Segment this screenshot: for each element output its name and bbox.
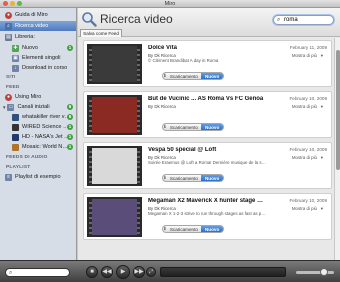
new-tag: Nuovo: [200, 124, 223, 130]
playlist-icon: ≡: [5, 173, 12, 181]
sidebar-feed-item[interactable]: Mosaic: World News Fr... 1: [0, 142, 76, 152]
playback-timeline[interactable]: [160, 267, 286, 277]
feed-count-badge: 1: [67, 124, 73, 130]
volume-knob[interactable]: [320, 268, 328, 276]
search-input[interactable]: [284, 16, 330, 24]
feed-count-badge: 6: [67, 104, 73, 110]
rss-icon: ●: [5, 93, 12, 101]
results-list: Dolce Vita By Dk Ricerca © Clément Brand…: [78, 38, 340, 260]
video-title[interactable]: Megaman X2 Maverick X hunter stage 1 spe…: [148, 198, 266, 204]
new-tag: Nuovo: [200, 73, 223, 79]
show-more-link[interactable]: Mostra di più: [292, 206, 317, 211]
sidebar-playlist-example[interactable]: ≡ Playlist di esempio: [0, 172, 76, 182]
sidebar-item-new[interactable]: ✚ Nuovo 1: [0, 43, 76, 53]
new-count-badge: 1: [67, 45, 73, 51]
save-as-feed-button[interactable]: Salva come Feed: [80, 29, 122, 37]
video-result[interactable]: Vespa 50 special @ Loft By Dk Ricerca So…: [83, 142, 332, 189]
video-result[interactable]: Dolce Vita By Dk Ricerca © Clément Brand…: [83, 40, 332, 87]
miro-window: Miro ● Guida di Miro ⌕ Ricerca video ▤ L…: [0, 0, 340, 282]
chevron-down-icon[interactable]: ▾: [321, 206, 323, 212]
main-panel: Ricerca video ⌕ Salva come Feed Dolce Vi…: [78, 8, 340, 260]
feed-thumbnail-icon: [12, 113, 19, 121]
video-title[interactable]: But de Vucinic ... AS Roma Vs FC Genoa: [148, 96, 266, 102]
video-description: © Clément Brandibat A day in Roma: [148, 58, 219, 63]
sidebar: ● Guida di Miro ⌕ Ricerca video ▤ Librer…: [0, 8, 77, 260]
search-box[interactable]: ⌕: [273, 15, 334, 25]
miro-guide-icon: ●: [5, 11, 12, 19]
video-thumbnail[interactable]: [87, 44, 142, 84]
title-bar: Miro: [0, 0, 340, 8]
library-icon: ▤: [5, 33, 12, 41]
main-header: Ricerca video ⌕ Salva come Feed: [78, 8, 340, 37]
play-icon[interactable]: ▶: [116, 265, 130, 279]
video-date: February 10, 2009: [289, 96, 327, 101]
search-icon: ⌕: [277, 17, 281, 23]
sidebar-feed-using-miro[interactable]: ● Using Miro: [0, 92, 76, 102]
search-icon: ⌕: [9, 270, 13, 276]
chevron-down-icon[interactable]: ▾: [321, 104, 323, 110]
playback-bar: ⌕ ■ ◀◀ ▶ ▶▶ ⤢: [0, 260, 340, 282]
previous-icon[interactable]: ◀◀: [101, 266, 113, 278]
video-title[interactable]: Dolce Vita: [148, 45, 266, 51]
sidebar-feed-item[interactable]: WIRED Science Video P... 1: [0, 122, 76, 132]
feed-count-badge: 1: [67, 134, 73, 140]
folder-icon: ▭: [7, 103, 15, 111]
window-title: Miro: [164, 1, 176, 7]
feed-thumbnail-icon: [12, 133, 19, 141]
video-result[interactable]: But de Vucinic ... AS Roma Vs FC Genoa B…: [83, 91, 332, 138]
show-more-link[interactable]: Mostra di più: [292, 155, 317, 160]
scrollbar-thumb[interactable]: [336, 50, 340, 170]
sidebar-item-video-search[interactable]: ⌕ Ricerca video: [0, 21, 76, 31]
video-result[interactable]: Megaman X2 Maverick X hunter stage 1 spe…: [83, 193, 332, 240]
feed-thumbnail-icon: [12, 123, 19, 131]
feed-thumbnail-icon: [12, 143, 19, 151]
feed-count-badge: 1: [67, 144, 73, 150]
video-date: February 10, 2009: [289, 198, 327, 203]
video-date: February 11, 2009: [289, 45, 327, 50]
sidebar-item-guide[interactable]: ● Guida di Miro: [0, 10, 76, 20]
section-header-audio-feeds: FEEDS DI AUDIO: [6, 155, 48, 160]
sidebar-item-single-items[interactable]: ▣ Elementi singoli: [0, 53, 76, 63]
volume-slider[interactable]: [296, 268, 334, 276]
download-button[interactable]: ⬇ Scaricamento Nuovo: [162, 123, 224, 131]
new-tag: Nuovo: [200, 175, 223, 181]
next-icon[interactable]: ▶▶: [133, 266, 145, 278]
section-header-feeds: FEED: [6, 85, 20, 90]
sidebar-item-library[interactable]: ▤ Libreria:: [0, 32, 76, 42]
feed-count-badge: 6: [67, 114, 73, 120]
page-title: Ricerca video: [100, 12, 173, 26]
section-header-playlists: PLAYLIST: [6, 165, 31, 170]
sidebar-feed-item[interactable]: HD - NASA's Jet Propul... 1: [0, 132, 76, 142]
video-thumbnail[interactable]: [87, 95, 142, 135]
video-meta: By Dk Ricerca: [148, 104, 176, 109]
video-title[interactable]: Vespa 50 special @ Loft: [148, 147, 266, 153]
video-date: February 10, 2009: [289, 147, 327, 152]
sidebar-feed-item[interactable]: whatakiller river va... 6: [0, 112, 76, 122]
search-icon: ⌕: [5, 22, 12, 30]
stop-icon[interactable]: ■: [86, 266, 98, 278]
new-tag: Nuovo: [200, 226, 223, 232]
download-button[interactable]: ⬇ Scaricamento Nuovo: [162, 225, 224, 233]
sidebar-item-downloads[interactable]: ↓ Download in corso: [0, 63, 76, 73]
downloads-icon: ↓: [12, 64, 19, 72]
chevron-down-icon[interactable]: ▾: [321, 53, 323, 59]
video-description: Megaman X 1-2-3 strive to run through st…: [148, 211, 268, 216]
chevron-down-icon[interactable]: ▾: [321, 155, 323, 161]
show-more-link[interactable]: Mostra di più: [292, 53, 317, 58]
fullscreen-icon[interactable]: ⤢: [146, 267, 156, 277]
video-description: Soirée Eraemus @ Loft a Roma! Dernière m…: [148, 160, 268, 165]
download-button[interactable]: ⬇ Scaricamento Nuovo: [162, 72, 224, 80]
download-button[interactable]: ⬇ Scaricamento Nuovo: [162, 174, 224, 182]
new-icon: ✚: [12, 44, 19, 52]
video-thumbnail[interactable]: [87, 146, 142, 186]
video-thumbnail[interactable]: [87, 197, 142, 237]
disclosure-triangle-icon[interactable]: ▼: [2, 105, 6, 110]
show-more-link[interactable]: Mostra di più: [292, 104, 317, 109]
single-items-icon: ▣: [12, 54, 19, 62]
sidebar-folder-starter-channels[interactable]: ▼ ▭ Canali iniziali 6: [0, 102, 76, 112]
section-header-sites: SITI: [6, 75, 16, 80]
results-scrollbar[interactable]: [334, 38, 340, 260]
magnifier-icon: [82, 12, 97, 27]
sidebar-search-field[interactable]: ⌕: [5, 268, 70, 277]
